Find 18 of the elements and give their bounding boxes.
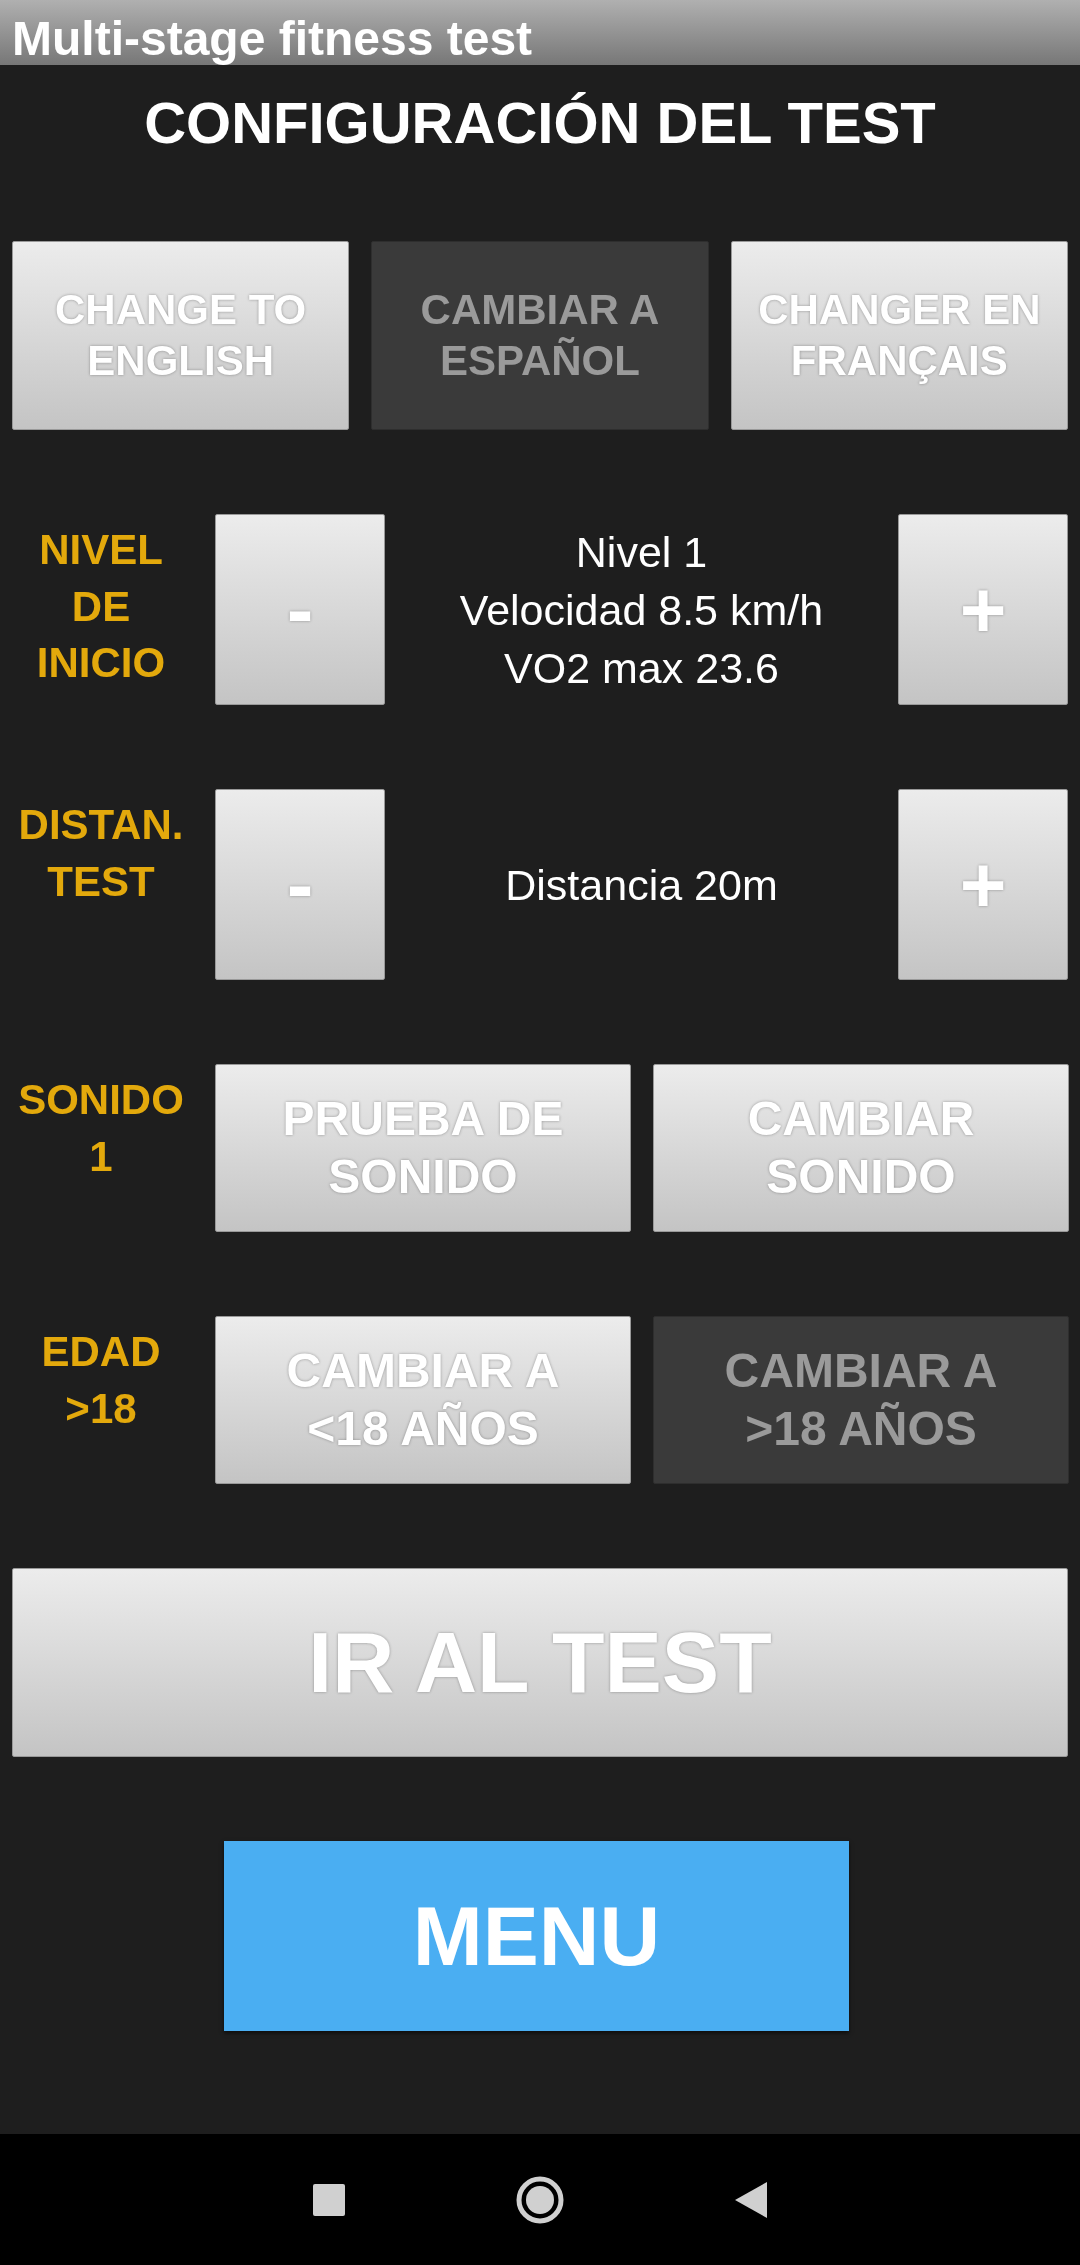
back-icon[interactable] — [735, 2181, 767, 2218]
setting-label: EDAD >18 — [40, 1327, 162, 1434]
setting-value: Velocidad 8.5 km/h — [459, 584, 824, 636]
window-title: Multi-stage fitness test — [12, 11, 533, 65]
setting-label: DISTAN. TEST — [17, 800, 185, 907]
increase-button[interactable]: + — [898, 514, 1068, 705]
decrease-button[interactable]: - — [215, 789, 385, 980]
home-icon[interactable] — [515, 2174, 565, 2225]
setting-label: SONIDO 1 — [17, 1075, 185, 1182]
screen-heading: CONFIGURACIÓN DEL TEST — [143, 89, 937, 157]
setting-value: Nivel 1 — [575, 526, 708, 578]
menu-button[interactable]: MENU — [224, 1841, 849, 2031]
setting-label: NIVEL DE INICIO — [35, 525, 167, 689]
recent-apps-icon[interactable] — [313, 2183, 345, 2216]
setting-value: Distancia 20m — [505, 859, 778, 911]
decrease-button[interactable]: - — [215, 514, 385, 705]
setting-value: VO2 max 23.6 — [504, 642, 779, 694]
increase-button[interactable]: + — [898, 789, 1068, 980]
